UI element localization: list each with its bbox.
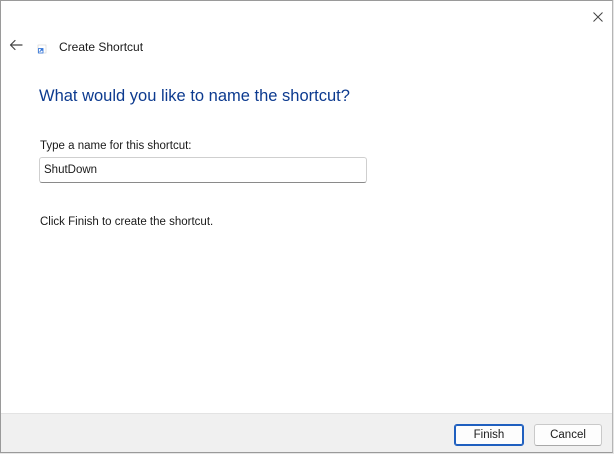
dialog-footer: Finish Cancel	[1, 413, 612, 452]
close-icon	[593, 12, 603, 22]
back-arrow-icon	[9, 39, 23, 51]
page-heading: What would you like to name the shortcut…	[39, 87, 350, 105]
shortcut-name-input[interactable]	[39, 157, 367, 183]
window-title: Create Shortcut	[59, 40, 144, 54]
back-button[interactable]	[5, 34, 27, 56]
shortcut-name-label: Type a name for this shortcut:	[40, 140, 192, 152]
create-shortcut-dialog: Create Shortcut What would you like to n…	[0, 0, 613, 453]
finish-instruction: Click Finish to create the shortcut.	[40, 216, 214, 228]
cancel-button[interactable]: Cancel	[534, 424, 602, 446]
close-button[interactable]	[583, 5, 612, 29]
finish-button[interactable]: Finish	[454, 424, 524, 446]
shortcut-icon	[37, 44, 47, 54]
